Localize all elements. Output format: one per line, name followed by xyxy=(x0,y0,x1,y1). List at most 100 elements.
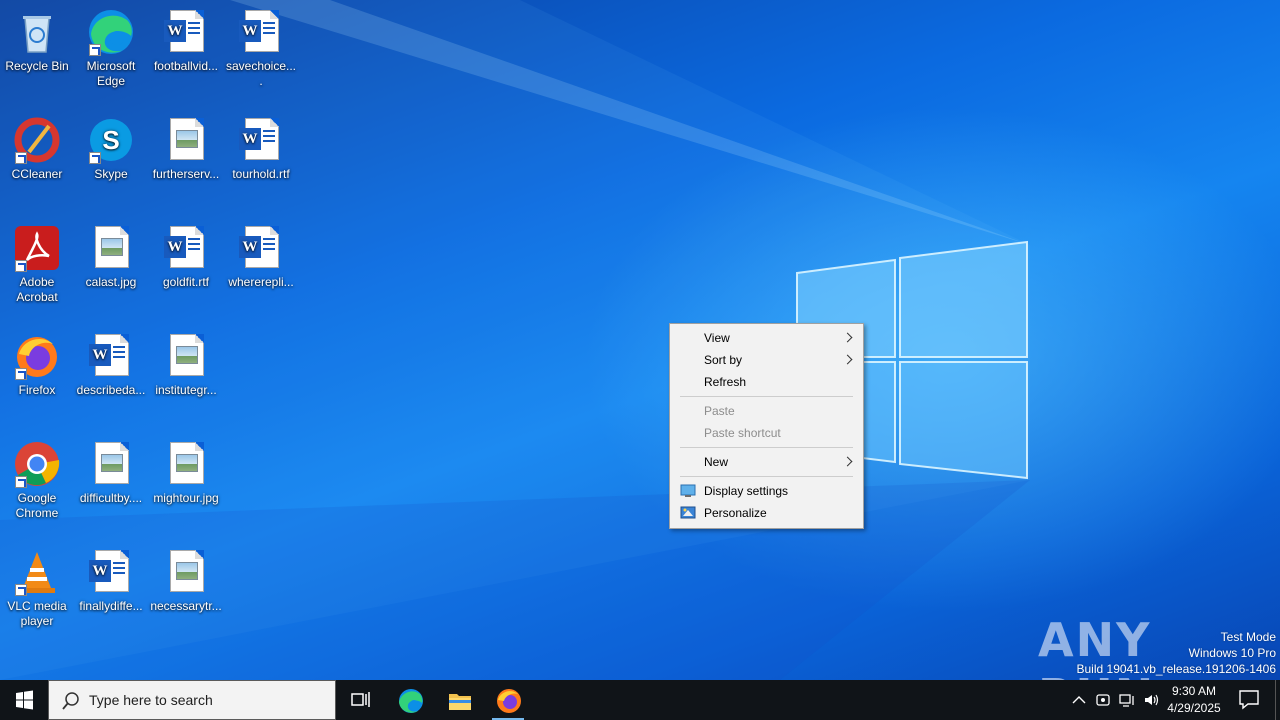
windows-start-icon xyxy=(16,690,33,710)
word-doc-icon: W xyxy=(237,224,285,272)
firefox-icon xyxy=(13,332,61,380)
menu-item-label: Refresh xyxy=(704,375,747,389)
menu-separator xyxy=(680,447,853,448)
image-file-icon xyxy=(162,116,210,164)
word-doc-icon: W xyxy=(87,332,135,380)
desktop-icon-describeda[interactable]: W describeda... xyxy=(73,326,149,398)
desktop-icon-label: Firefox xyxy=(18,383,56,397)
desktop-icon-label: tourhold.rtf xyxy=(232,167,290,181)
menu-item-personalize[interactable]: Personalize xyxy=(670,502,863,524)
desktop-icon-label: Adobe Acrobat xyxy=(16,275,58,304)
taskbar-search-box[interactable]: Type here to search xyxy=(48,680,336,720)
firefox-icon xyxy=(497,689,521,713)
desktop-icon-label: Recycle Bin xyxy=(5,59,69,73)
desktop-icon-label: describeda... xyxy=(76,383,146,397)
desktop-icon-institutegr[interactable]: institutegr... xyxy=(148,326,224,398)
action-center-button[interactable] xyxy=(1232,680,1272,720)
personalize-icon xyxy=(680,506,696,519)
skype-icon: S xyxy=(87,116,135,164)
desktop-icon-label: VLC media player xyxy=(7,599,67,628)
shortcut-arrow-icon xyxy=(89,44,101,56)
menu-item-label: New xyxy=(704,455,729,469)
shortcut-arrow-icon xyxy=(15,152,27,164)
menu-item-refresh[interactable]: Refresh xyxy=(670,371,863,393)
word-doc-icon: W xyxy=(237,116,285,164)
desktop-icon-goldfit-rtf[interactable]: W goldfit.rtf xyxy=(148,218,224,290)
desktop-icon-calast-jpg[interactable]: calast.jpg xyxy=(73,218,149,290)
desktop-icon-firefox[interactable]: Firefox xyxy=(0,326,75,398)
taskbar-edge-button[interactable] xyxy=(386,680,434,720)
menu-item-label: Sort by xyxy=(704,353,743,367)
volume-icon[interactable] xyxy=(1143,692,1159,708)
menu-item-label: Paste xyxy=(704,404,735,418)
desktop-icon-whererepli[interactable]: W whererepli... xyxy=(223,218,299,290)
menu-item-view[interactable]: View xyxy=(670,327,863,349)
edge-icon xyxy=(399,689,423,713)
shortcut-arrow-icon xyxy=(15,584,27,596)
taskbar-clock[interactable]: 9:30 AM 4/29/2025 xyxy=(1162,683,1226,717)
search-placeholder: Type here to search xyxy=(89,692,213,708)
shortcut-arrow-icon xyxy=(15,368,27,380)
task-view-icon xyxy=(351,692,370,707)
desktop-icon-label: Microsoft Edge xyxy=(86,59,136,88)
desktop-icon-necessarytr[interactable]: necessarytr... xyxy=(148,542,224,614)
word-doc-icon: W xyxy=(87,548,135,596)
search-icon xyxy=(62,692,79,710)
clock-date: 4/29/2025 xyxy=(1167,701,1221,715)
desktop-icon-label: goldfit.rtf xyxy=(162,275,210,289)
show-desktop-button[interactable] xyxy=(1275,680,1280,720)
network-icon[interactable] xyxy=(1119,692,1135,708)
taskbar-file-explorer-button[interactable] xyxy=(435,680,483,720)
desktop-icon-tourhold-rtf[interactable]: W tourhold.rtf xyxy=(223,110,299,182)
taskbar-firefox-button[interactable] xyxy=(484,680,532,720)
shortcut-arrow-icon xyxy=(15,260,27,272)
display-settings-icon xyxy=(680,484,696,497)
clock-time: 9:30 AM xyxy=(1171,684,1217,698)
desktop-icon-label: whererepli... xyxy=(228,275,294,289)
chevron-up-icon[interactable] xyxy=(1071,692,1087,708)
shortcut-arrow-icon xyxy=(89,152,101,164)
image-file-icon xyxy=(87,224,135,272)
desktop-icon-google-chrome[interactable]: Google Chrome xyxy=(0,434,75,521)
taskbar: Type here to search 9:30 AM 4/29/2025 xyxy=(0,680,1280,720)
desktop-icon-adobe-acrobat[interactable]: Adobe Acrobat xyxy=(0,218,75,305)
menu-item-sort-by[interactable]: Sort by xyxy=(670,349,863,371)
desktop-icon-mightour-jpg[interactable]: mightour.jpg xyxy=(148,434,224,506)
desktop-icon-label: Skype xyxy=(94,167,128,181)
chevron-right-icon xyxy=(842,456,853,467)
image-file-icon xyxy=(162,332,210,380)
desktop-icon-label: Google Chrome xyxy=(15,491,59,520)
desktop-icon-label: CCleaner xyxy=(11,167,63,181)
start-button[interactable] xyxy=(0,680,48,720)
image-file-icon xyxy=(162,440,210,488)
test-mode-watermark: Test Mode Windows 10 Pro Build 19041.vb_… xyxy=(1077,629,1277,677)
desktop-icon-footballvid[interactable]: W footballvid... xyxy=(148,2,224,74)
menu-item-paste: Paste xyxy=(670,400,863,422)
edge-icon xyxy=(87,8,135,56)
task-view-button[interactable] xyxy=(336,680,384,720)
menu-item-display-settings[interactable]: Display settings xyxy=(670,480,863,502)
shortcut-arrow-icon xyxy=(15,476,27,488)
word-doc-icon: W xyxy=(162,224,210,272)
desktop-icon-microsoft-edge[interactable]: Microsoft Edge xyxy=(73,2,149,89)
desktop-icon-skype[interactable]: S Skype xyxy=(73,110,149,182)
desktop-icon-finallydiffe[interactable]: W finallydiffe... xyxy=(73,542,149,614)
desktop-icon-vlc[interactable]: VLC media player xyxy=(0,542,75,629)
menu-separator xyxy=(680,476,853,477)
image-file-icon xyxy=(87,440,135,488)
menu-item-new[interactable]: New xyxy=(670,451,863,473)
desktop-icon-label: mightour.jpg xyxy=(153,491,219,505)
device-status-icon[interactable] xyxy=(1095,692,1111,708)
ccleaner-icon xyxy=(13,116,61,164)
desktop-icon-difficultby[interactable]: difficultby.... xyxy=(73,434,149,506)
desktop-icon-savechoice[interactable]: W savechoice.... xyxy=(223,2,299,89)
desktop-icon-ccleaner[interactable]: CCleaner xyxy=(0,110,75,182)
menu-item-label: Personalize xyxy=(704,506,767,520)
desktop-icon-recycle-bin[interactable]: Recycle Bin xyxy=(0,2,75,74)
watermark-line-edition: Windows 10 Pro xyxy=(1188,646,1276,660)
chrome-icon xyxy=(13,440,61,488)
recycle-bin-icon xyxy=(13,8,61,56)
desktop-icon-furtherserv[interactable]: furtherserv... xyxy=(148,110,224,182)
desktop-icon-label: footballvid... xyxy=(153,59,219,73)
notification-icon xyxy=(1239,690,1259,710)
